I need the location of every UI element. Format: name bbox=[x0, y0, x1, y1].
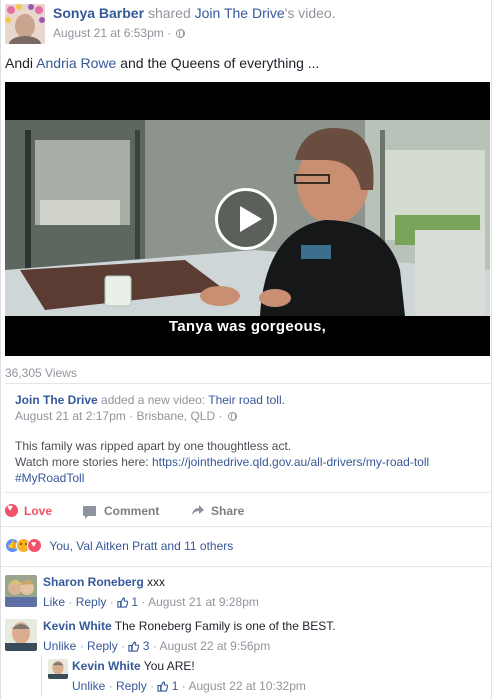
description-url-link[interactable]: https://jointhedrive.qld.gov.au/all-driv… bbox=[152, 455, 429, 469]
comment-text: The Roneberg Family is one of the BEST. bbox=[114, 619, 336, 633]
reply-link[interactable]: Reply bbox=[116, 679, 147, 693]
description-prefix: Watch more stories here: bbox=[15, 455, 149, 469]
share-label: Share bbox=[211, 504, 245, 518]
comment-body: Kevin White The Roneberg Family is one o… bbox=[43, 619, 336, 633]
shared-video-title[interactable]: Their road toll. bbox=[208, 393, 285, 407]
commenter-avatar[interactable] bbox=[5, 575, 37, 607]
meta-dot: · bbox=[181, 679, 186, 693]
comment-time[interactable]: August 21 at 9:28pm bbox=[148, 595, 259, 609]
post-meta: August 21 at 6:53pm · bbox=[53, 26, 186, 40]
shared-label: shared bbox=[147, 5, 191, 21]
heart-icon bbox=[5, 503, 18, 517]
like-count[interactable]: 1 bbox=[172, 679, 179, 693]
shared-added-text: added a new video: bbox=[101, 393, 206, 407]
video-caption: Tanya was gorgeous, bbox=[168, 318, 327, 335]
commenter-name[interactable]: Sharon Roneberg bbox=[43, 575, 144, 589]
view-count: 36,305 Views bbox=[5, 366, 77, 380]
post-text-prefix: Andi bbox=[5, 55, 34, 71]
comment-body: Sharon Roneberg xxx bbox=[43, 575, 165, 589]
meta-dot: · bbox=[109, 595, 114, 609]
love-reaction-icon bbox=[27, 538, 42, 553]
post-timestamp[interactable]: August 21 at 6:53pm bbox=[53, 26, 164, 40]
unlike-link[interactable]: Unlike bbox=[43, 639, 76, 653]
meta-dot: · bbox=[218, 409, 223, 423]
comment-text: You ARE! bbox=[143, 659, 195, 673]
meta-dot: · bbox=[68, 595, 73, 609]
comment-body: Kevin White You ARE! bbox=[72, 659, 195, 673]
post-text-suffix: and the Queens of everything ... bbox=[120, 55, 320, 71]
thumbs-up-icon bbox=[128, 641, 140, 652]
love-label: Love bbox=[24, 504, 53, 518]
comments-divider bbox=[1, 566, 492, 567]
commenter-avatar[interactable] bbox=[5, 619, 37, 651]
post-header: Sonya Barber shared Join The Drive's vid… bbox=[5, 4, 487, 44]
video-player[interactable]: Tanya was gorgeous, bbox=[5, 82, 490, 356]
shared-page-name[interactable]: Join The Drive bbox=[15, 393, 98, 407]
meta-dot: · bbox=[108, 679, 113, 693]
love-button[interactable]: Love bbox=[5, 503, 53, 518]
meta-dot: · bbox=[121, 639, 126, 653]
shared-location[interactable]: Brisbane, QLD bbox=[136, 409, 215, 423]
play-button[interactable] bbox=[215, 188, 277, 250]
thumbs-up-icon bbox=[157, 681, 169, 692]
comment-time[interactable]: August 22 at 9:56pm bbox=[159, 639, 270, 653]
reactions-text[interactable]: You, Val Aitken Pratt and 11 others bbox=[49, 539, 233, 553]
author-avatar[interactable] bbox=[5, 4, 45, 44]
post-card: Sonya Barber shared Join The Drive's vid… bbox=[0, 0, 492, 699]
globe-icon[interactable] bbox=[176, 29, 186, 38]
shared-title: Join The Drive added a new video: Their … bbox=[15, 393, 285, 407]
shared-suffix: 's video. bbox=[284, 5, 336, 21]
comment-icon bbox=[83, 506, 96, 519]
hashtag-link[interactable]: #MyRoadToll bbox=[15, 470, 485, 486]
shared-description: This family was ripped apart by one thou… bbox=[15, 438, 485, 486]
comment-text: xxx bbox=[147, 575, 166, 589]
description-line-2: Watch more stories here: https://jointhe… bbox=[15, 454, 485, 470]
comment-item: Kevin White The Roneberg Family is one o… bbox=[5, 615, 490, 657]
meta-dot: · bbox=[152, 639, 157, 653]
shared-meta: August 21 at 2:17pm · Brisbane, QLD · bbox=[15, 409, 237, 423]
description-line-1: This family was ripped apart by one thou… bbox=[15, 439, 292, 453]
unlike-link[interactable]: Unlike bbox=[72, 679, 105, 693]
commenter-avatar[interactable] bbox=[48, 659, 68, 679]
meta-dot: · bbox=[129, 409, 134, 423]
thumbs-up-icon bbox=[117, 597, 129, 608]
reply-item: Kevin White You ARE! Unlike · Reply · 1 … bbox=[41, 655, 481, 697]
comment-meta: Unlike · Reply · 3 · August 22 at 9:56pm bbox=[43, 639, 270, 653]
meta-dot: · bbox=[141, 595, 146, 609]
commenter-name[interactable]: Kevin White bbox=[72, 659, 141, 673]
like-count[interactable]: 3 bbox=[143, 639, 150, 653]
shared-timestamp[interactable]: August 21 at 2:17pm bbox=[15, 409, 126, 423]
reactions-summary[interactable]: You, Val Aitken Pratt and 11 others bbox=[5, 538, 233, 556]
share-button[interactable]: Share bbox=[191, 504, 244, 518]
globe-icon[interactable] bbox=[227, 412, 237, 421]
share-icon bbox=[192, 505, 204, 515]
action-bar: Love Comment Share bbox=[1, 497, 492, 527]
reply-link[interactable]: Reply bbox=[87, 639, 118, 653]
header-line: Sonya Barber shared Join The Drive's vid… bbox=[53, 5, 336, 21]
shared-post-box: Join The Drive added a new video: Their … bbox=[5, 383, 490, 493]
reply-link[interactable]: Reply bbox=[76, 595, 107, 609]
commenter-name[interactable]: Kevin White bbox=[43, 619, 112, 633]
comment-item: Sharon Roneberg xxx Like · Reply · 1 · A… bbox=[5, 571, 490, 613]
shared-page-link[interactable]: Join The Drive bbox=[195, 5, 285, 21]
meta-dot: · bbox=[150, 679, 155, 693]
comment-meta: Unlike · Reply · 1 · August 22 at 10:32p… bbox=[72, 679, 306, 693]
like-count[interactable]: 1 bbox=[131, 595, 138, 609]
meta-dot: · bbox=[167, 26, 172, 40]
comment-time[interactable]: August 22 at 10:32pm bbox=[188, 679, 305, 693]
tagged-user-link[interactable]: Andria Rowe bbox=[36, 55, 116, 71]
post-text: Andi Andria Rowe and the Queens of every… bbox=[5, 55, 319, 71]
comment-label: Comment bbox=[104, 504, 160, 518]
meta-dot: · bbox=[79, 639, 84, 653]
author-name[interactable]: Sonya Barber bbox=[53, 5, 144, 21]
comment-meta: Like · Reply · 1 · August 21 at 9:28pm bbox=[43, 595, 259, 609]
like-link[interactable]: Like bbox=[43, 595, 65, 609]
